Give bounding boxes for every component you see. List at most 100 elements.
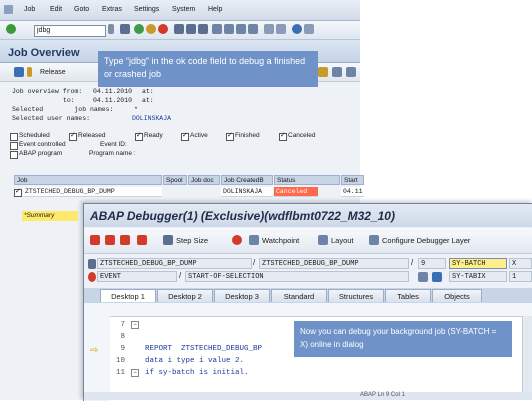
from-label: Job overview from: [12, 88, 83, 95]
code-line[interactable]: if sy-batch is initial. [145, 369, 249, 377]
row-select-checkbox[interactable] [14, 187, 22, 197]
event-type-field[interactable]: EVENT [97, 271, 177, 282]
code-line[interactable]: data i type i value 2. [145, 357, 244, 365]
menu-goto[interactable]: Goto [74, 6, 89, 13]
event-controlled-checkbox[interactable] [10, 142, 18, 150]
collapse-toggle[interactable]: − [131, 369, 139, 377]
configure-icon[interactable] [369, 235, 379, 245]
release-button[interactable]: Release [40, 69, 66, 76]
enter-icon[interactable] [6, 24, 16, 34]
step-size-icon[interactable] [163, 235, 173, 245]
layout-button[interactable]: Layout [331, 236, 354, 245]
next-page-icon[interactable] [236, 24, 246, 34]
active-checkbox[interactable] [181, 131, 189, 141]
okcode-field[interactable]: jdbg [34, 25, 106, 37]
line-field[interactable]: 9 [418, 258, 446, 269]
refresh-icon[interactable] [14, 67, 24, 77]
find-icon[interactable] [186, 24, 196, 34]
canceled-label: Canceled [288, 132, 316, 139]
cancel-icon[interactable] [158, 24, 168, 34]
tab-standard[interactable]: Standard [271, 289, 327, 302]
editor-scrollbar[interactable] [522, 316, 532, 392]
abap-program-checkbox[interactable] [10, 151, 18, 159]
collapse-toggle[interactable]: − [131, 321, 139, 329]
callout-jdbg: Type “jdbg” in the ok code field to debu… [98, 51, 318, 87]
program-name-label: Program name : [89, 150, 136, 157]
return-icon[interactable] [120, 235, 130, 245]
col-created-by[interactable]: Job CreatedB [221, 175, 273, 185]
help-icon[interactable] [292, 24, 302, 34]
ready-checkbox[interactable] [135, 131, 143, 141]
separator-slash: / [253, 258, 256, 267]
tab-tables[interactable]: Tables [385, 289, 431, 302]
prev-page-icon[interactable] [224, 24, 234, 34]
variable2-value[interactable]: 1 [509, 271, 532, 282]
system-menu-icon[interactable] [4, 5, 13, 14]
single-step-icon[interactable] [90, 235, 100, 245]
status-badge: Canceled [274, 187, 318, 197]
editor-status-text: ABAP Ln 9 Col 1 [360, 392, 405, 398]
info-icon[interactable] [432, 272, 442, 282]
col-job-doc[interactable]: Job doc [188, 175, 220, 185]
layout-icon[interactable] [318, 235, 328, 245]
from-date: 04.11.2010 [93, 88, 133, 95]
stop-icon[interactable] [232, 235, 242, 245]
tab-desktop-3[interactable]: Desktop 3 [214, 289, 270, 302]
shortcut-icon[interactable] [276, 24, 286, 34]
menu-bar: Job Edit Goto Extras Settings System Hel… [0, 0, 360, 21]
col-spool[interactable]: Spool [163, 175, 187, 185]
menu-job[interactable]: Job [24, 6, 35, 13]
code-line[interactable]: REPORT ZTSTECHED_DEBUG_BP [145, 345, 262, 353]
finished-checkbox[interactable] [226, 131, 234, 141]
program-field[interactable]: ZTSTECHED_DEBUG_BP_DUMP [97, 258, 252, 269]
include-field[interactable]: ZTSTECHED_DEBUG_BP_DUMP [259, 258, 409, 269]
selected-user-value: DOLINSKAJA [132, 115, 172, 122]
tab-desktop-1[interactable]: Desktop 1 [100, 289, 156, 302]
watchpoint-icon[interactable] [249, 235, 259, 245]
to-label: to: [63, 97, 75, 104]
watchpoint-button[interactable]: Watchpoint [262, 236, 299, 245]
dropdown-icon[interactable] [108, 24, 114, 34]
variable-field[interactable]: SY-BATCH [449, 258, 507, 269]
canceled-checkbox[interactable] [279, 131, 287, 141]
last-page-icon[interactable] [248, 24, 258, 34]
variable2-field[interactable]: SY-TABIX [449, 271, 507, 282]
tab-desktop-2[interactable]: Desktop 2 [157, 289, 213, 302]
step-size-button[interactable]: Step Size [176, 236, 208, 245]
col-start[interactable]: Start [341, 175, 364, 185]
print-icon[interactable] [174, 24, 184, 34]
filter-icon[interactable] [318, 67, 328, 77]
col-status[interactable]: Status [274, 175, 340, 185]
back-icon[interactable] [134, 24, 144, 34]
scheduled-checkbox[interactable] [10, 133, 18, 141]
menu-help[interactable]: Help [208, 6, 222, 13]
grid-icon[interactable] [332, 67, 342, 77]
exit-icon[interactable] [146, 24, 156, 34]
menu-settings[interactable]: Settings [134, 6, 159, 13]
ready-label: Ready [144, 132, 163, 139]
line-number: 10 [115, 357, 125, 365]
release-icon[interactable] [27, 67, 32, 77]
menu-system[interactable]: System [172, 6, 195, 13]
col-job[interactable]: Job [14, 175, 162, 185]
event-name-field[interactable]: START-OF-SELECTION [185, 271, 409, 282]
table-icon[interactable] [418, 272, 428, 282]
configure-layer-button[interactable]: Configure Debugger Layer [382, 236, 470, 245]
abap-program-label: ABAP program [19, 150, 63, 157]
new-session-icon[interactable] [264, 24, 274, 34]
save-icon[interactable] [120, 24, 130, 34]
first-page-icon[interactable] [212, 24, 222, 34]
menu-edit[interactable]: Edit [50, 6, 62, 13]
tab-objects[interactable]: Objects [432, 289, 482, 302]
menu-extras[interactable]: Extras [102, 6, 122, 13]
continue-icon[interactable] [137, 235, 147, 245]
separator-slash: / [179, 271, 182, 280]
sort-icon[interactable] [346, 67, 356, 77]
cell-job[interactable]: ZTSTECHED_DEBUG_BP_DUMP [23, 187, 162, 197]
find-next-icon[interactable] [198, 24, 208, 34]
execute-icon[interactable] [105, 235, 115, 245]
tab-structures[interactable]: Structures [328, 289, 384, 302]
variable-value[interactable]: X [509, 258, 532, 269]
released-checkbox[interactable] [69, 131, 77, 141]
layout-icon[interactable] [304, 24, 314, 34]
